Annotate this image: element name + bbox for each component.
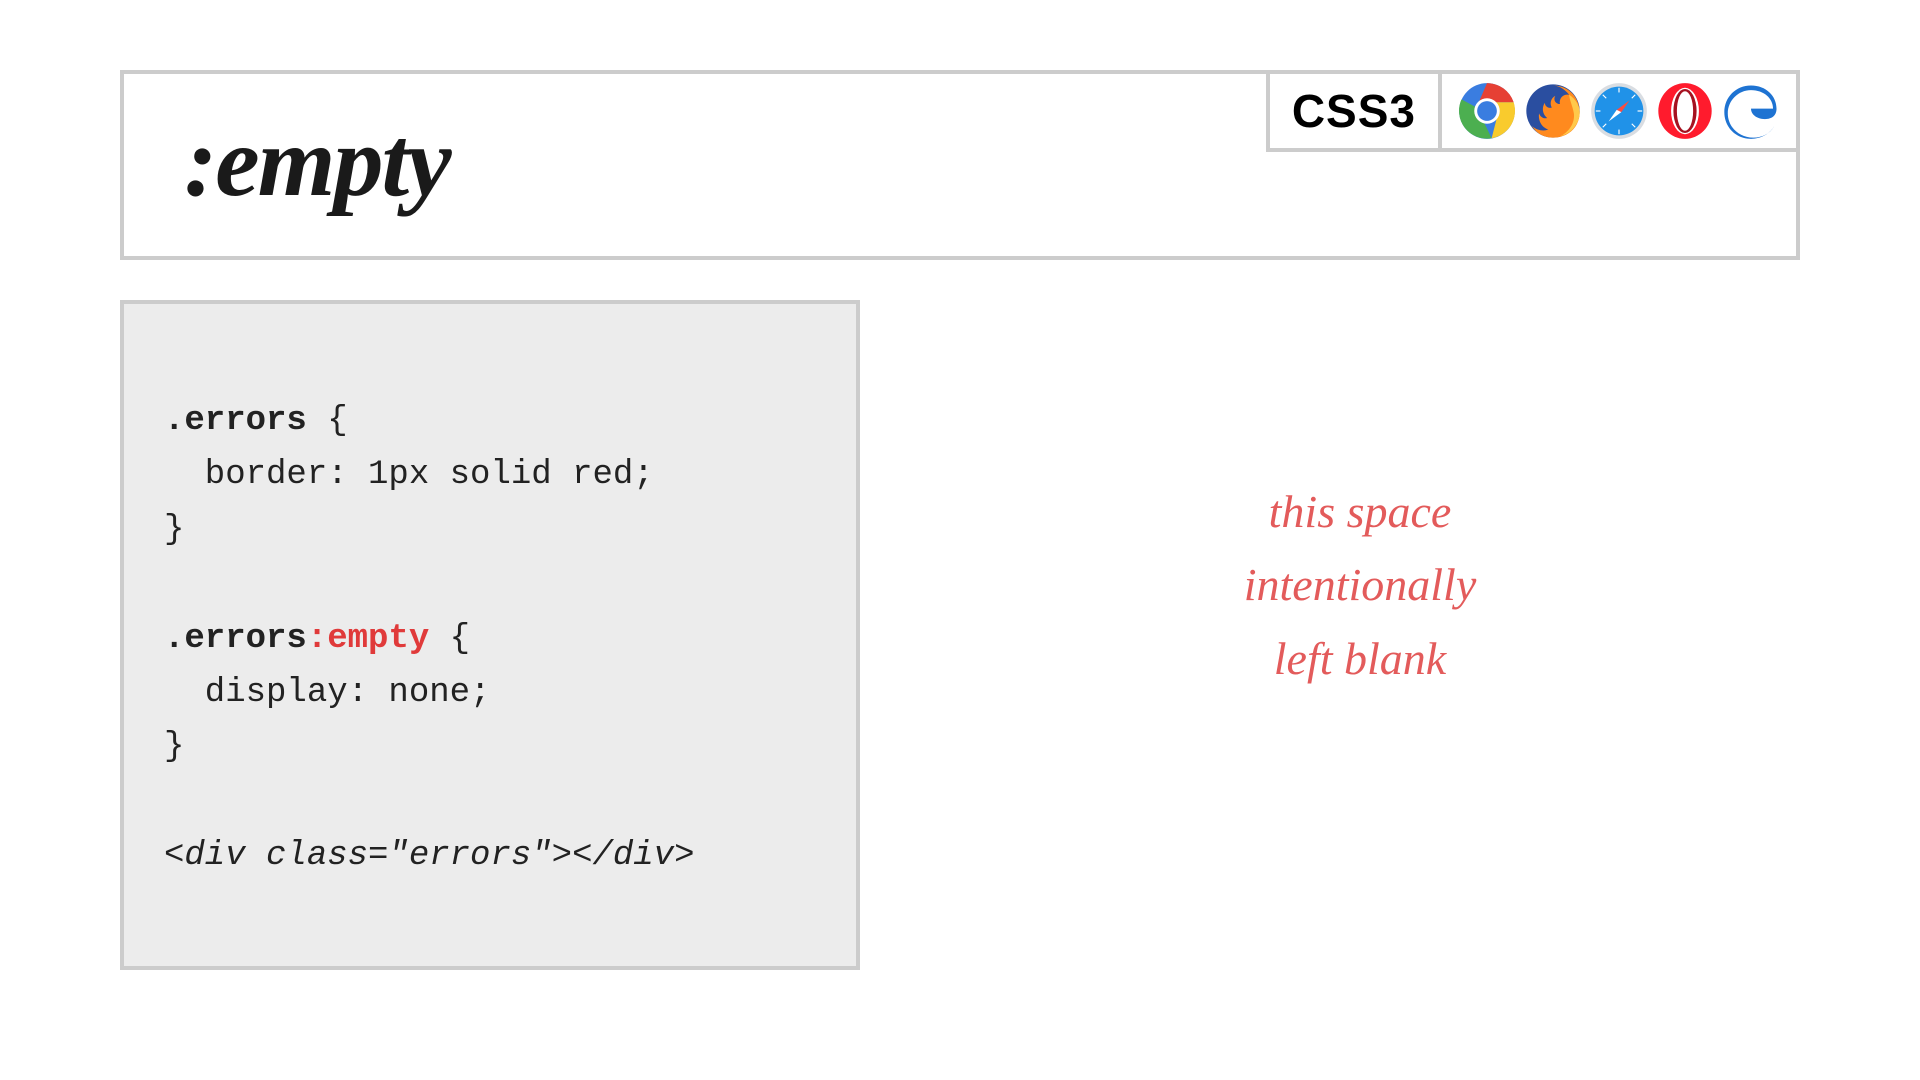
code-brace-open-2: { <box>429 620 470 658</box>
code-pseudo-2: :empty <box>307 620 429 658</box>
code-body-1: border: 1px solid red; <box>164 456 654 494</box>
blank-space-note: this space intentionally left blank <box>1244 475 1477 696</box>
edge-icon <box>1722 82 1780 140</box>
code-example: .errors { border: 1px solid red; } .erro… <box>120 300 860 970</box>
page-title: :empty <box>124 74 450 219</box>
header-bar: :empty CSS3 <box>120 70 1800 260</box>
css-version-badge: CSS3 <box>1266 70 1442 152</box>
code-brace-open-1: { <box>307 402 348 440</box>
code-body-2: display: none; <box>164 674 490 712</box>
opera-icon <box>1656 82 1714 140</box>
result-panel: this space intentionally left blank <box>920 300 1800 990</box>
slide: :empty CSS3 <box>0 0 1920 1080</box>
code-brace-close-2: } <box>164 728 184 766</box>
safari-icon <box>1590 82 1648 140</box>
code-selector-1: .errors <box>164 402 307 440</box>
browser-support-badges <box>1442 70 1800 152</box>
chrome-icon <box>1458 82 1516 140</box>
badge-group: CSS3 <box>1266 70 1800 152</box>
content-row: .errors { border: 1px solid red; } .erro… <box>120 300 1800 990</box>
code-brace-close-1: } <box>164 511 184 549</box>
firefox-icon <box>1524 82 1582 140</box>
code-html-sample: <div class="errors"></div> <box>164 837 695 875</box>
code-selector-2: .errors <box>164 620 307 658</box>
